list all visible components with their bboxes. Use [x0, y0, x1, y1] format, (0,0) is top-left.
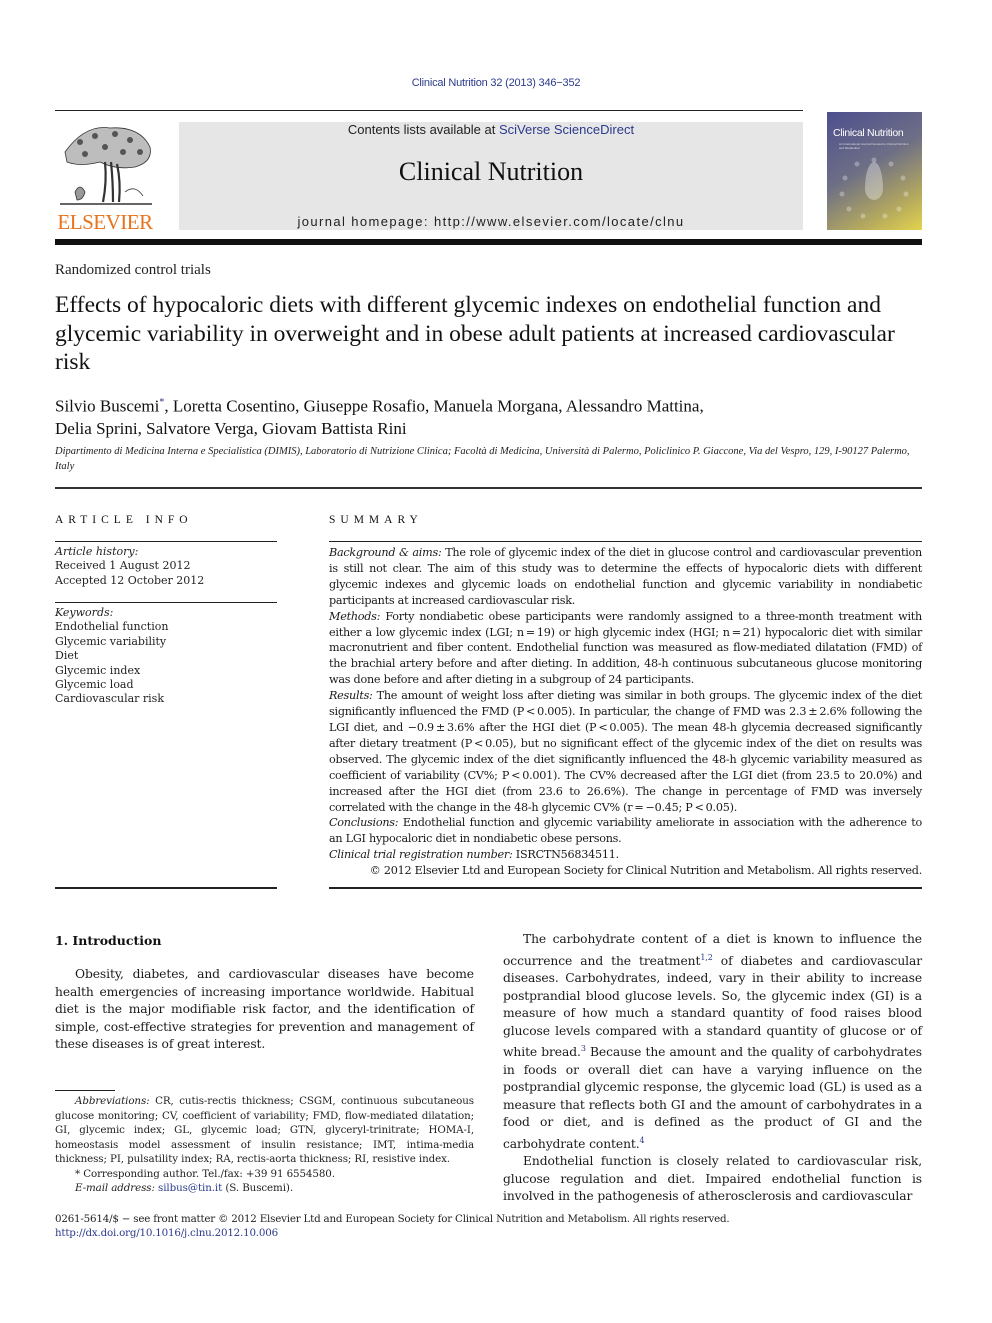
email-footnote: E-mail address: silbus@tin.it (S. Buscem…	[55, 1181, 474, 1196]
conclusions-label: Conclusions:	[329, 816, 399, 830]
abbreviations-label: Abbreviations:	[75, 1095, 150, 1107]
methods-label: Methods:	[329, 609, 381, 623]
cover-subtitle: An International Journal Devoted to Clin…	[839, 142, 909, 150]
received-date: Received 1 August 2012	[55, 559, 191, 573]
keywords-rule	[55, 602, 277, 603]
para-text: Because the amount and the quality of ca…	[503, 1045, 922, 1151]
keyword: Endothelial function	[55, 620, 169, 634]
summary-rule	[329, 541, 922, 542]
keyword: Glycemic load	[55, 678, 134, 692]
para-text: of diabetes and cardiovascular diseases.…	[503, 953, 922, 1060]
intro-paragraph: Endothelial function is closely related …	[503, 1154, 922, 1204]
cover-title: Clinical Nutrition	[833, 127, 904, 139]
keywords-block: Keywords: Endothelial function Glycemic …	[55, 606, 277, 707]
article-title: Effects of hypocaloric diets with differ…	[55, 292, 895, 375]
page-footer: 0261-5614/$ − see front matter © 2012 El…	[55, 1212, 925, 1240]
author-list: Silvio Buscemi*, Loretta Cosentino, Gius…	[55, 392, 925, 440]
article-section-type: Randomized control trials	[55, 262, 211, 278]
summary-methods: Methods: Forty nondiabetic obese partici…	[329, 609, 922, 689]
summary-registration: Clinical trial registration number: ISRC…	[329, 847, 922, 863]
email-suffix: (S. Buscemi).	[222, 1182, 293, 1194]
intro-paragraph: The carbohydrate content of a diet is kn…	[503, 931, 922, 1153]
citation-ref-1-2[interactable]: 1,2	[700, 953, 713, 962]
results-text: The amount of weight loss after dieting …	[329, 689, 922, 814]
accepted-date: Accepted 12 October 2012	[55, 573, 205, 587]
summary-copyright: © 2012 Elsevier Ltd and European Society…	[369, 864, 923, 878]
journal-banner: Contents lists available at SciVerse Sci…	[179, 122, 803, 230]
keywords-label: Keywords:	[55, 606, 114, 619]
summary-background: Background & aims: The role of glycemic …	[329, 545, 922, 609]
footnotes: Abbreviations: CR, cutis-rectis thicknes…	[55, 1094, 474, 1196]
contents-prefix: Contents lists available at	[347, 122, 499, 137]
summary-conclusions: Conclusions: Endothelial function and gl…	[329, 815, 922, 847]
summary-heading: SUMMARY	[329, 514, 423, 526]
sciencedirect-link[interactable]: SciVerse ScienceDirect	[499, 122, 634, 137]
elsevier-logo[interactable]: ELSEVIER	[55, 122, 155, 234]
journal-title: Clinical Nutrition	[398, 157, 584, 186]
registration-number: ISRCTN56834511.	[512, 848, 619, 862]
summary-abstract: Background & aims: The role of glycemic …	[329, 545, 922, 879]
issn-copyright-line: 0261-5614/$ − see front matter © 2012 El…	[55, 1213, 730, 1225]
history-label: Article history:	[55, 545, 139, 558]
results-label: Results:	[329, 689, 373, 703]
abbreviations-footnote: Abbreviations: CR, cutis-rectis thicknes…	[55, 1094, 474, 1167]
header-thick-rule	[55, 239, 922, 245]
introduction-heading: 1. Introduction	[55, 933, 162, 948]
email-link[interactable]: silbus@tin.it	[158, 1182, 222, 1194]
contents-availability: Contents lists available at SciVerse Sci…	[179, 122, 803, 137]
journal-citation-link[interactable]: Clinical Nutrition 32 (2013) 346−352	[0, 77, 992, 89]
authors-rest-line1: , Loretta Cosentino, Giuseppe Rosafio, M…	[164, 396, 704, 416]
citation-ref-4[interactable]: 4	[640, 1136, 645, 1145]
intro-paragraph: Obesity, diabetes, and cardiovascular di…	[55, 967, 474, 1051]
registration-label: Clinical trial registration number:	[329, 848, 513, 862]
elsevier-wordmark: ELSEVIER	[57, 210, 153, 234]
article-info-end-rule	[55, 887, 277, 889]
introduction-right-column: The carbohydrate content of a diet is kn…	[503, 931, 922, 1206]
conclusions-text: Endothelial function and glycemic variab…	[329, 816, 922, 846]
keyword: Cardiovascular risk	[55, 692, 164, 706]
authors-line2: Delia Sprini, Salvatore Verga, Giovam Ba…	[55, 418, 407, 438]
author-affiliation: Dipartimento di Medicina Interna e Speci…	[55, 446, 910, 472]
doi-link[interactable]: http://dx.doi.org/10.1016/j.clnu.2012.10…	[55, 1226, 925, 1240]
footnote-rule	[55, 1090, 115, 1091]
heading-rule	[55, 487, 922, 489]
email-label: E-mail address:	[75, 1182, 155, 1194]
header-rule	[55, 110, 803, 111]
journal-homepage-link[interactable]: journal homepage: http://www.elsevier.co…	[179, 214, 803, 229]
article-info-rule	[55, 541, 277, 542]
summary-end-rule	[329, 887, 922, 889]
journal-cover-image[interactable]: Clinical Nutrition An International Jour…	[827, 112, 922, 230]
methods-text: Forty nondiabetic obese participants wer…	[329, 609, 922, 687]
keyword: Diet	[55, 649, 79, 663]
keyword: Glycemic variability	[55, 634, 167, 648]
author-corresponding[interactable]: Silvio Buscemi	[55, 397, 159, 416]
corresponding-author-footnote: * Corresponding author. Tel./fax: +39 91…	[75, 1167, 335, 1180]
article-info-heading: ARTICLE INFO	[55, 514, 193, 526]
introduction-left-column: Obesity, diabetes, and cardiovascular di…	[55, 966, 474, 1054]
article-history: Article history: Received 1 August 2012 …	[55, 545, 277, 588]
keyword: Glycemic index	[55, 663, 141, 677]
elsevier-tree-icon	[60, 127, 152, 205]
background-label: Background & aims:	[329, 546, 442, 559]
summary-results: Results: The amount of weight loss after…	[329, 688, 922, 815]
